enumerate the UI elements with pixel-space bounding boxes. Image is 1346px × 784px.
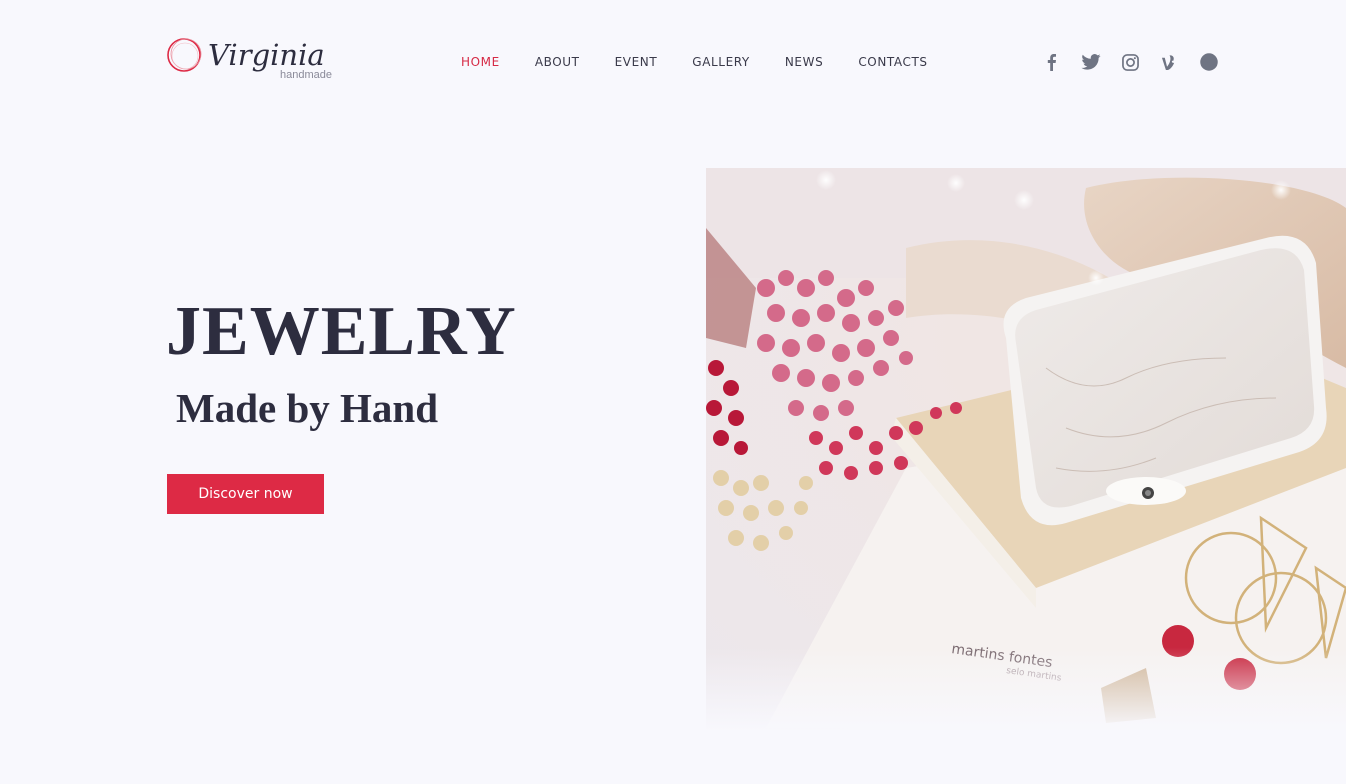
- discover-now-button[interactable]: Discover now: [167, 474, 324, 514]
- nav-contacts[interactable]: CONTACTS: [858, 55, 927, 69]
- hero-title: JEWELRY: [166, 293, 517, 370]
- logo-rings-icon: [167, 38, 202, 72]
- red-bead: [1162, 625, 1194, 657]
- logo[interactable]: Virginia handmade: [166, 36, 346, 86]
- nav-home[interactable]: HOME: [461, 55, 500, 69]
- nav-event[interactable]: EVENT: [615, 55, 658, 69]
- hero-subtitle: Made by Hand: [176, 385, 438, 431]
- twitter-icon[interactable]: [1080, 52, 1102, 72]
- hero-photo-illustration: martins fontes selo martins: [706, 168, 1346, 732]
- main-nav: HOME ABOUT EVENT GALLERY NEWS CONTACTS: [461, 55, 963, 69]
- red-bead: [1224, 658, 1256, 690]
- dribbble-icon[interactable]: [1198, 52, 1220, 72]
- logo-tagline: handmade: [280, 69, 332, 81]
- nav-news[interactable]: NEWS: [785, 55, 823, 69]
- nav-about[interactable]: ABOUT: [535, 55, 580, 69]
- hero-image: martins fontes selo martins: [706, 168, 1346, 732]
- instagram-icon[interactable]: [1119, 52, 1141, 72]
- nav-gallery[interactable]: GALLERY: [692, 55, 750, 69]
- vine-icon[interactable]: [1159, 52, 1181, 72]
- social-links: [1040, 52, 1238, 72]
- facebook-icon[interactable]: [1040, 52, 1062, 72]
- site-header: Virginia handmade HOME ABOUT EVENT GALLE…: [0, 0, 1346, 120]
